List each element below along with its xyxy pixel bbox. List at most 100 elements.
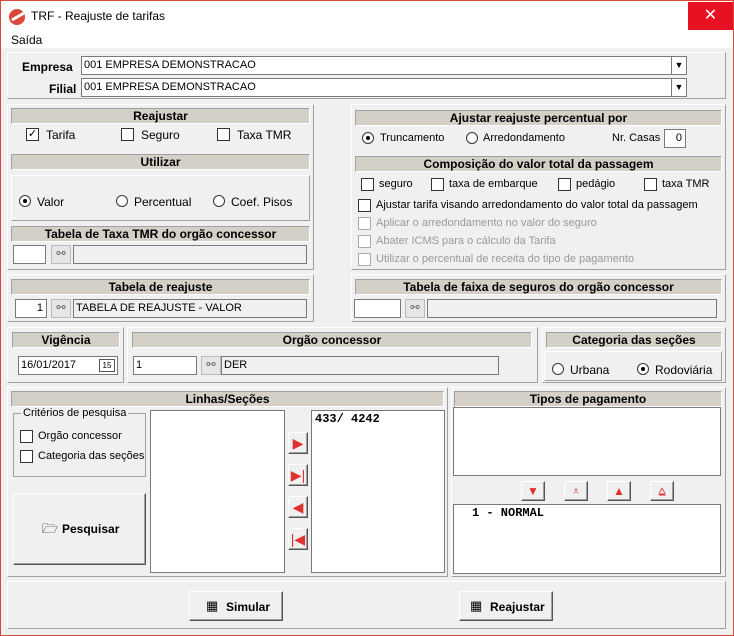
aplicar-arredondamento-label: Aplicar o arredondamento no valor do seg… [376, 217, 597, 229]
comp-taxa-tmr-label: taxa TMR [662, 178, 710, 190]
abater-icms-label: Abater ICMS para o cálculo da Tarifa [376, 235, 556, 247]
coef-pisos-radio[interactable] [213, 195, 225, 207]
rodoviaria-label: Rodoviária [655, 363, 713, 377]
urbana-radio[interactable] [552, 363, 564, 375]
app-logo-icon [9, 9, 25, 25]
filial-label: Filial [49, 82, 77, 96]
chevron-down-icon[interactable]: ▼ [671, 79, 686, 96]
tabela-tmr-code-input[interactable] [13, 245, 46, 264]
tabela-reajuste-header: Tabela de reajuste [11, 279, 310, 295]
move-all-right-button[interactable]: ▶| [288, 464, 308, 486]
vigencia-date-input[interactable]: 16/01/2017 15 [18, 356, 118, 375]
comp-taxa-tmr-checkbox[interactable] [644, 178, 657, 191]
tipos-selected-list[interactable]: 1 - NORMAL [453, 504, 721, 574]
reajustar-header: Reajustar [11, 108, 310, 124]
binoculars-icon[interactable]: ⚯ [51, 299, 71, 318]
abater-icms-checkbox[interactable] [358, 235, 371, 248]
calculator-icon: ▦ [470, 598, 483, 613]
move-down-button[interactable]: ▼ [521, 481, 545, 501]
seguro-checkbox[interactable] [121, 128, 134, 141]
criterio-categoria-label: Categoria das seções [38, 450, 145, 462]
search-folder-icon: 🗁 [42, 521, 59, 536]
empresa-select[interactable]: 001 EMPRESA DEMONSTRACAO ▼ [81, 56, 687, 75]
move-left-button[interactable]: ◀ [288, 496, 308, 518]
pesquisar-label: Pesquisar [62, 522, 120, 536]
tabela-seguros-desc [427, 299, 717, 318]
simular-label: Simular [226, 600, 271, 614]
utilizar-percentual-checkbox[interactable] [358, 253, 371, 266]
truncamento-radio[interactable] [362, 132, 374, 144]
simular-button[interactable]: ▦ Simular [189, 591, 283, 621]
criterio-orgao-label: Orgão concessor [38, 430, 122, 442]
ajustar-tarifa-label: Ajustar tarifa visando arredondamento do… [376, 199, 698, 211]
truncamento-label: Truncamento [380, 132, 445, 144]
move-all-left-button[interactable]: |◀ [288, 528, 308, 550]
rodoviaria-radio[interactable] [637, 363, 649, 375]
pedagio-checkbox[interactable] [558, 178, 571, 191]
binoculars-icon[interactable]: ⚯ [51, 245, 71, 264]
coef-pisos-label: Coef. Pisos [231, 195, 293, 209]
tipos-available-list[interactable] [453, 407, 721, 476]
tabela-tmr-desc [73, 245, 307, 264]
valor-label: Valor [37, 195, 65, 209]
pedagio-label: pedágio [576, 178, 616, 190]
tarifa-label: Tarifa [46, 128, 76, 142]
calendar-icon[interactable]: 15 [99, 359, 115, 372]
empresa-value: 001 EMPRESA DEMONSTRACAO [84, 59, 256, 71]
nr-casas-input[interactable]: 0 [664, 129, 686, 148]
nr-casas-label: Nr. Casas [612, 132, 661, 144]
menu-saida[interactable]: Saída [11, 33, 42, 47]
seguro-label: Seguro [141, 128, 180, 142]
tipos-header: Tipos de pagamento [454, 391, 722, 407]
binoculars-icon[interactable]: ⚯ [405, 299, 425, 318]
move-right-button[interactable]: ▶ [288, 432, 308, 454]
filial-select[interactable]: 001 EMPRESA DEMONSTRACAO ▼ [81, 78, 687, 97]
categoria-header: Categoria das seções [546, 332, 722, 348]
tabela-tmr-header: Tabela de Taxa TMR do orgão concessor [11, 226, 310, 242]
move-up-button[interactable]: ▲ [607, 481, 631, 501]
window-title: TRF - Reajuste de tarifas [31, 9, 166, 23]
vigencia-header: Vigência [12, 332, 120, 348]
criterio-orgao-checkbox[interactable] [20, 430, 33, 443]
taxa-embarque-checkbox[interactable] [431, 178, 444, 191]
reajustar-label: Reajustar [490, 600, 545, 614]
title-bar: TRF - Reajuste de tarifas ✕ [1, 1, 733, 31]
list-item[interactable]: 433/ 4242 [315, 412, 380, 426]
linhas-header: Linhas/Seções [11, 391, 444, 407]
tabela-seguros-header: Tabela de faixa de seguros do orgão conc… [355, 279, 722, 295]
tarifa-checkbox[interactable]: ✓ [26, 128, 39, 141]
reajustar-button[interactable]: ▦ Reajustar [459, 591, 553, 621]
tabela-reajuste-desc: TABELA DE REAJUSTE - VALOR [73, 299, 307, 318]
linhas-available-list[interactable] [150, 410, 285, 573]
percentual-radio[interactable] [116, 195, 128, 207]
vigencia-date: 16/01/2017 [21, 359, 77, 371]
urbana-label: Urbana [570, 363, 610, 377]
pesquisar-button[interactable]: 🗁 Pesquisar [13, 493, 146, 565]
comp-seguro-checkbox[interactable] [361, 178, 374, 191]
ajustar-tarifa-checkbox[interactable] [358, 199, 371, 212]
close-button[interactable]: ✕ [688, 2, 733, 30]
arredondamento-radio[interactable] [466, 132, 478, 144]
binoculars-icon[interactable]: ⚯ [201, 356, 221, 375]
tabela-reajuste-code-input[interactable]: 1 [15, 299, 47, 318]
calculator-icon: ▦ [206, 598, 219, 613]
main-window: TRF - Reajuste de tarifas ✕ Saída Empres… [0, 0, 734, 636]
empresa-label: Empresa [22, 60, 73, 74]
linhas-selected-list[interactable]: 433/ 4242 [311, 410, 445, 573]
taxa-embarque-label: taxa de embarque [449, 178, 538, 190]
orgao-code-input[interactable]: 1 [133, 356, 197, 375]
tabela-seguros-code-input[interactable] [354, 299, 401, 318]
taxa-tmr-label: Taxa TMR [237, 128, 292, 142]
criterio-categoria-checkbox[interactable] [20, 450, 33, 463]
chevron-down-icon[interactable]: ▼ [671, 57, 686, 74]
valor-radio[interactable] [19, 195, 31, 207]
orgao-desc: DER [221, 356, 499, 375]
list-item[interactable]: 1 - NORMAL [472, 506, 544, 520]
taxa-tmr-checkbox[interactable] [217, 128, 230, 141]
aplicar-arredondamento-checkbox[interactable] [358, 217, 371, 230]
composicao-header: Composição do valor total da passagem [355, 156, 722, 172]
move-all-down-button[interactable]: ⩡ [564, 481, 588, 501]
percentual-label: Percentual [134, 195, 192, 209]
move-all-up-button[interactable]: ⩠ [650, 481, 674, 501]
criterios-group [13, 413, 146, 477]
